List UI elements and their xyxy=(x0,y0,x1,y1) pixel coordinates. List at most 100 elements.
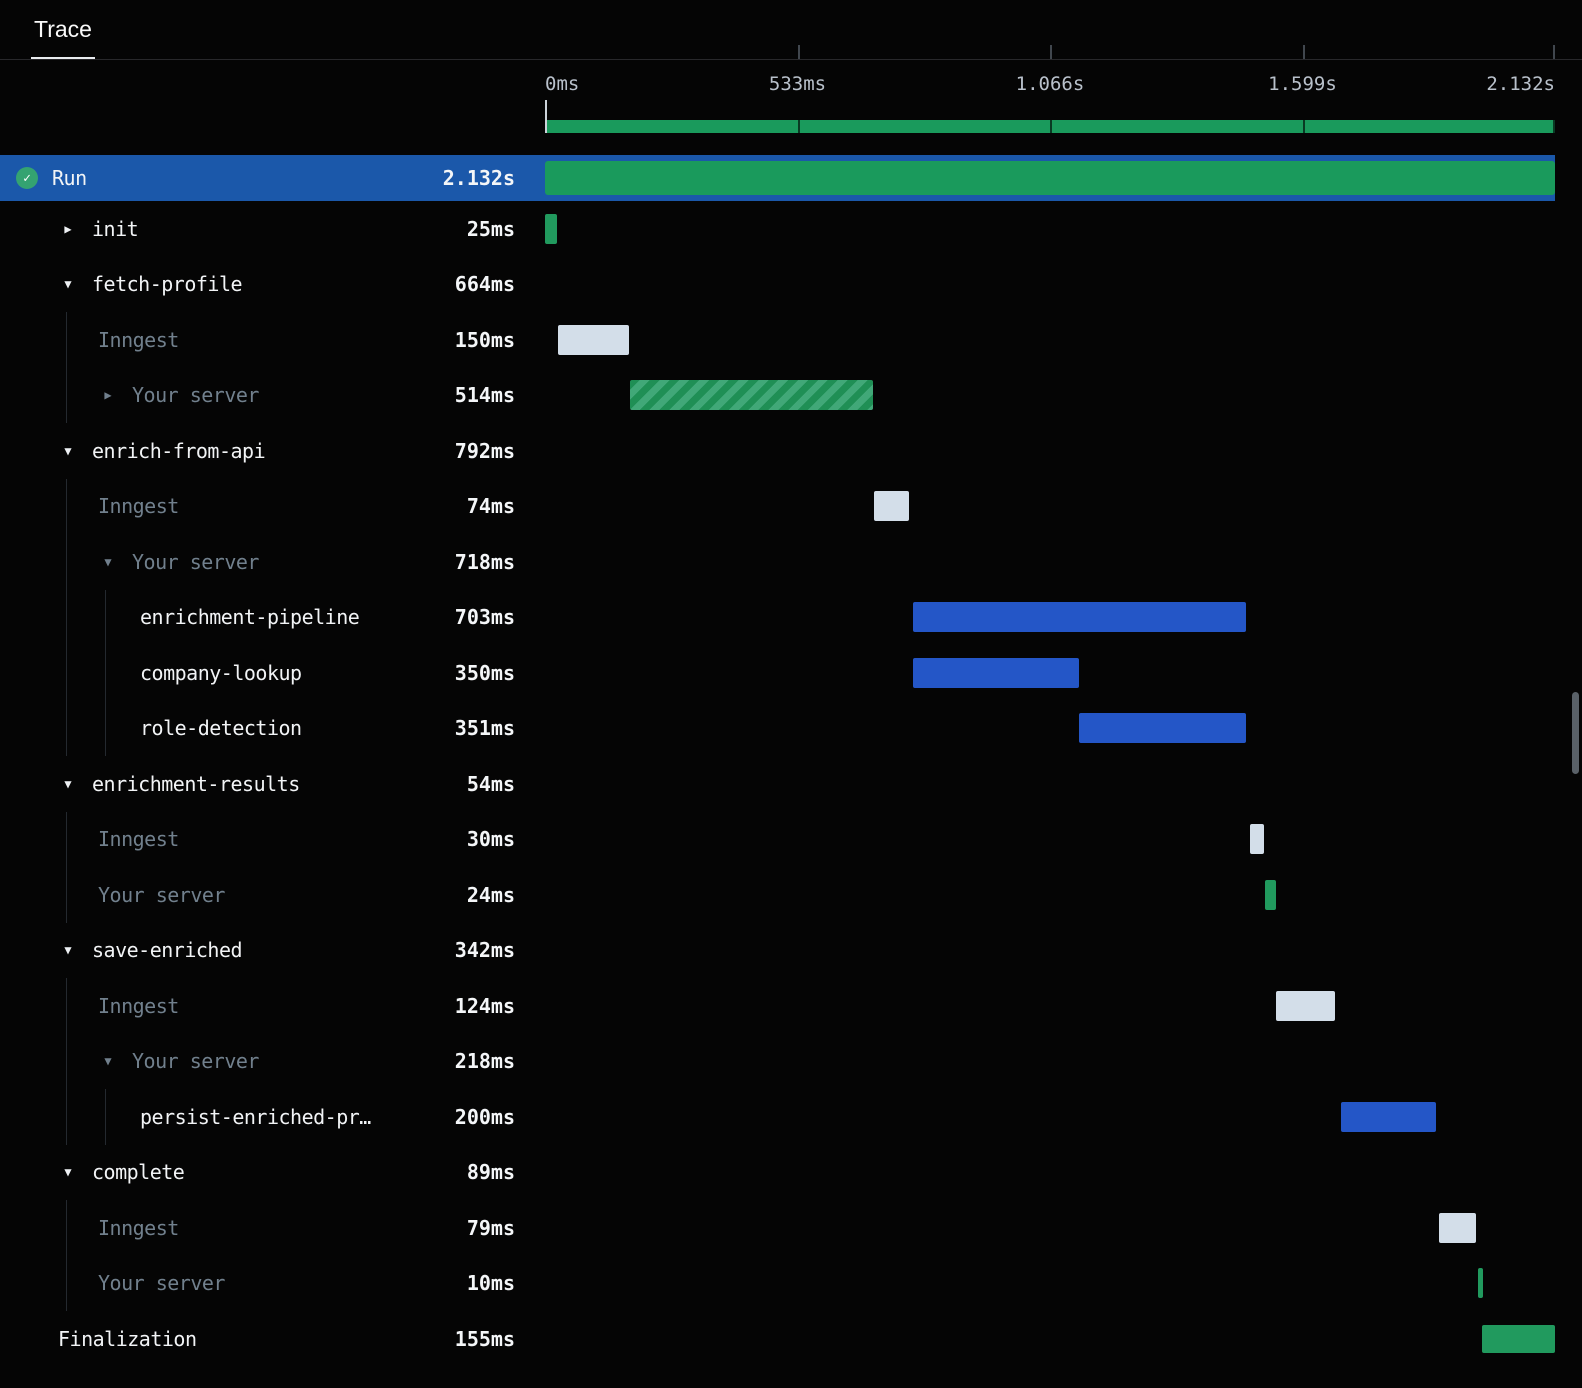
span-bar[interactable] xyxy=(1275,990,1335,1021)
tree-guide-line xyxy=(66,700,67,756)
timeline-track xyxy=(545,978,1555,1034)
trace-row[interactable]: ▼ enrich-from-api 792ms xyxy=(0,423,1555,479)
trace-row[interactable]: ▼ complete 89ms xyxy=(0,1145,1555,1201)
span-bar[interactable] xyxy=(1340,1101,1436,1132)
trace-row-label-cell: Your server 10ms xyxy=(0,1255,545,1311)
span-duration: 150ms xyxy=(454,327,515,352)
span-duration: 351ms xyxy=(454,716,515,741)
tree-guide-line xyxy=(105,1089,106,1145)
trace-row[interactable]: persist-enriched-pr… 200ms xyxy=(0,1089,1555,1145)
span-name: Inngest xyxy=(98,827,179,852)
span-name: Finalization xyxy=(58,1326,197,1351)
tree-guide-line xyxy=(66,1255,67,1311)
trace-row-label-cell: Inngest 124ms xyxy=(0,978,545,1034)
axis-tick-mark xyxy=(1302,45,1305,59)
trace-row[interactable]: Inngest 74ms xyxy=(0,478,1555,534)
chevron-down-icon[interactable]: ▼ xyxy=(58,944,78,956)
chevron-down-icon[interactable]: ▼ xyxy=(58,278,78,290)
span-duration: 25ms xyxy=(466,216,515,241)
span-bar[interactable] xyxy=(545,161,1555,195)
trace-row[interactable]: role-detection 351ms xyxy=(0,700,1555,757)
tree-guide-line xyxy=(66,367,67,423)
span-bar[interactable] xyxy=(873,491,909,522)
timeline-track xyxy=(545,1145,1555,1201)
trace-row-label-cell: ▼ complete 89ms xyxy=(0,1145,545,1201)
chevron-down-icon[interactable]: ▼ xyxy=(98,556,118,568)
span-duration: 54ms xyxy=(466,771,515,796)
chevron-down-icon[interactable]: ▼ xyxy=(98,1055,118,1067)
span-name: enrichment-pipeline xyxy=(140,605,360,630)
trace-row[interactable]: ▶ Your server 514ms xyxy=(0,367,1555,423)
trace-row[interactable]: Inngest 150ms xyxy=(0,312,1555,368)
span-bar[interactable] xyxy=(1265,879,1277,910)
timeline-track xyxy=(545,867,1555,923)
span-duration: 342ms xyxy=(454,938,515,963)
axis-tick-label: 1.599s xyxy=(1268,73,1337,95)
minimap-start-tick xyxy=(545,100,547,133)
trace-row[interactable]: Your server 10ms xyxy=(0,1255,1555,1312)
span-bar[interactable] xyxy=(1481,1324,1555,1353)
trace-row[interactable]: ▶ init 25ms xyxy=(0,201,1555,257)
span-bar[interactable] xyxy=(913,602,1247,633)
timeline-track xyxy=(545,590,1555,646)
trace-row[interactable]: Inngest 30ms xyxy=(0,811,1555,867)
tab-trace[interactable]: Trace xyxy=(31,0,95,59)
trace-row[interactable]: company-lookup 350ms xyxy=(0,645,1555,701)
trace-row[interactable]: ✓ Run 2.132s xyxy=(0,155,1555,201)
timeline-track xyxy=(545,923,1555,979)
trace-row-label-cell: ✓ Run 2.132s xyxy=(0,155,545,201)
span-bar[interactable] xyxy=(1249,824,1265,855)
trace-row[interactable]: Inngest 79ms xyxy=(0,1200,1555,1256)
span-bar[interactable] xyxy=(557,324,629,355)
trace-row[interactable]: ▼ fetch-profile 664ms xyxy=(0,257,1555,313)
timeline-track xyxy=(545,1256,1555,1312)
scrollbar-thumb[interactable] xyxy=(1572,692,1579,774)
trace-row[interactable]: ▼ enrichment-results 54ms xyxy=(0,756,1555,812)
span-bar[interactable] xyxy=(545,213,557,244)
trace-row[interactable]: ▼ Your server 718ms xyxy=(0,534,1555,590)
trace-row-label-cell: persist-enriched-pr… 200ms xyxy=(0,1089,545,1145)
span-bar[interactable] xyxy=(1079,713,1246,744)
chevron-down-icon[interactable]: ▼ xyxy=(58,778,78,790)
trace-row[interactable]: Inngest 124ms xyxy=(0,978,1555,1034)
span-bar[interactable] xyxy=(1478,1268,1483,1299)
check-circle-icon: ✓ xyxy=(16,167,38,189)
timeline-track xyxy=(545,701,1555,757)
axis-tick-label: 2.132s xyxy=(1486,73,1555,95)
span-bar[interactable] xyxy=(1438,1212,1477,1243)
span-duration: 350ms xyxy=(454,660,515,685)
trace-row[interactable]: Finalization 155ms xyxy=(0,1311,1555,1367)
trace-row[interactable]: Your server 24ms xyxy=(0,867,1555,923)
timeline-header: 0ms 533ms 1.066s 1.599s 2.132s xyxy=(0,45,1582,155)
timeline-track xyxy=(545,257,1555,313)
span-name: Your server xyxy=(132,1049,259,1074)
axis-tick-label: 1.066s xyxy=(1015,73,1085,95)
tree-guide-line xyxy=(105,589,106,645)
chevron-down-icon[interactable]: ▼ xyxy=(58,1166,78,1178)
axis-tick-mark xyxy=(1553,45,1555,59)
span-duration: 218ms xyxy=(454,1049,515,1074)
span-bar[interactable] xyxy=(913,657,1079,688)
trace-row-label-cell: enrichment-pipeline 703ms xyxy=(0,589,545,645)
trace-row[interactable]: enrichment-pipeline 703ms xyxy=(0,589,1555,646)
span-duration: 74ms xyxy=(466,494,515,519)
span-duration: 124ms xyxy=(454,993,515,1018)
trace-row[interactable]: ▼ Your server 218ms xyxy=(0,1033,1555,1089)
timeline-minimap[interactable] xyxy=(545,120,1555,133)
span-bar[interactable] xyxy=(629,380,874,411)
trace-row[interactable]: ▼ save-enriched 342ms xyxy=(0,923,1555,979)
span-name: Your server xyxy=(98,1271,225,1296)
chevron-down-icon[interactable]: ▼ xyxy=(58,445,78,457)
span-name: Your server xyxy=(132,549,259,574)
span-duration: 79ms xyxy=(466,1215,515,1240)
chevron-right-icon[interactable]: ▶ xyxy=(98,389,118,401)
chevron-right-icon[interactable]: ▶ xyxy=(58,223,78,235)
